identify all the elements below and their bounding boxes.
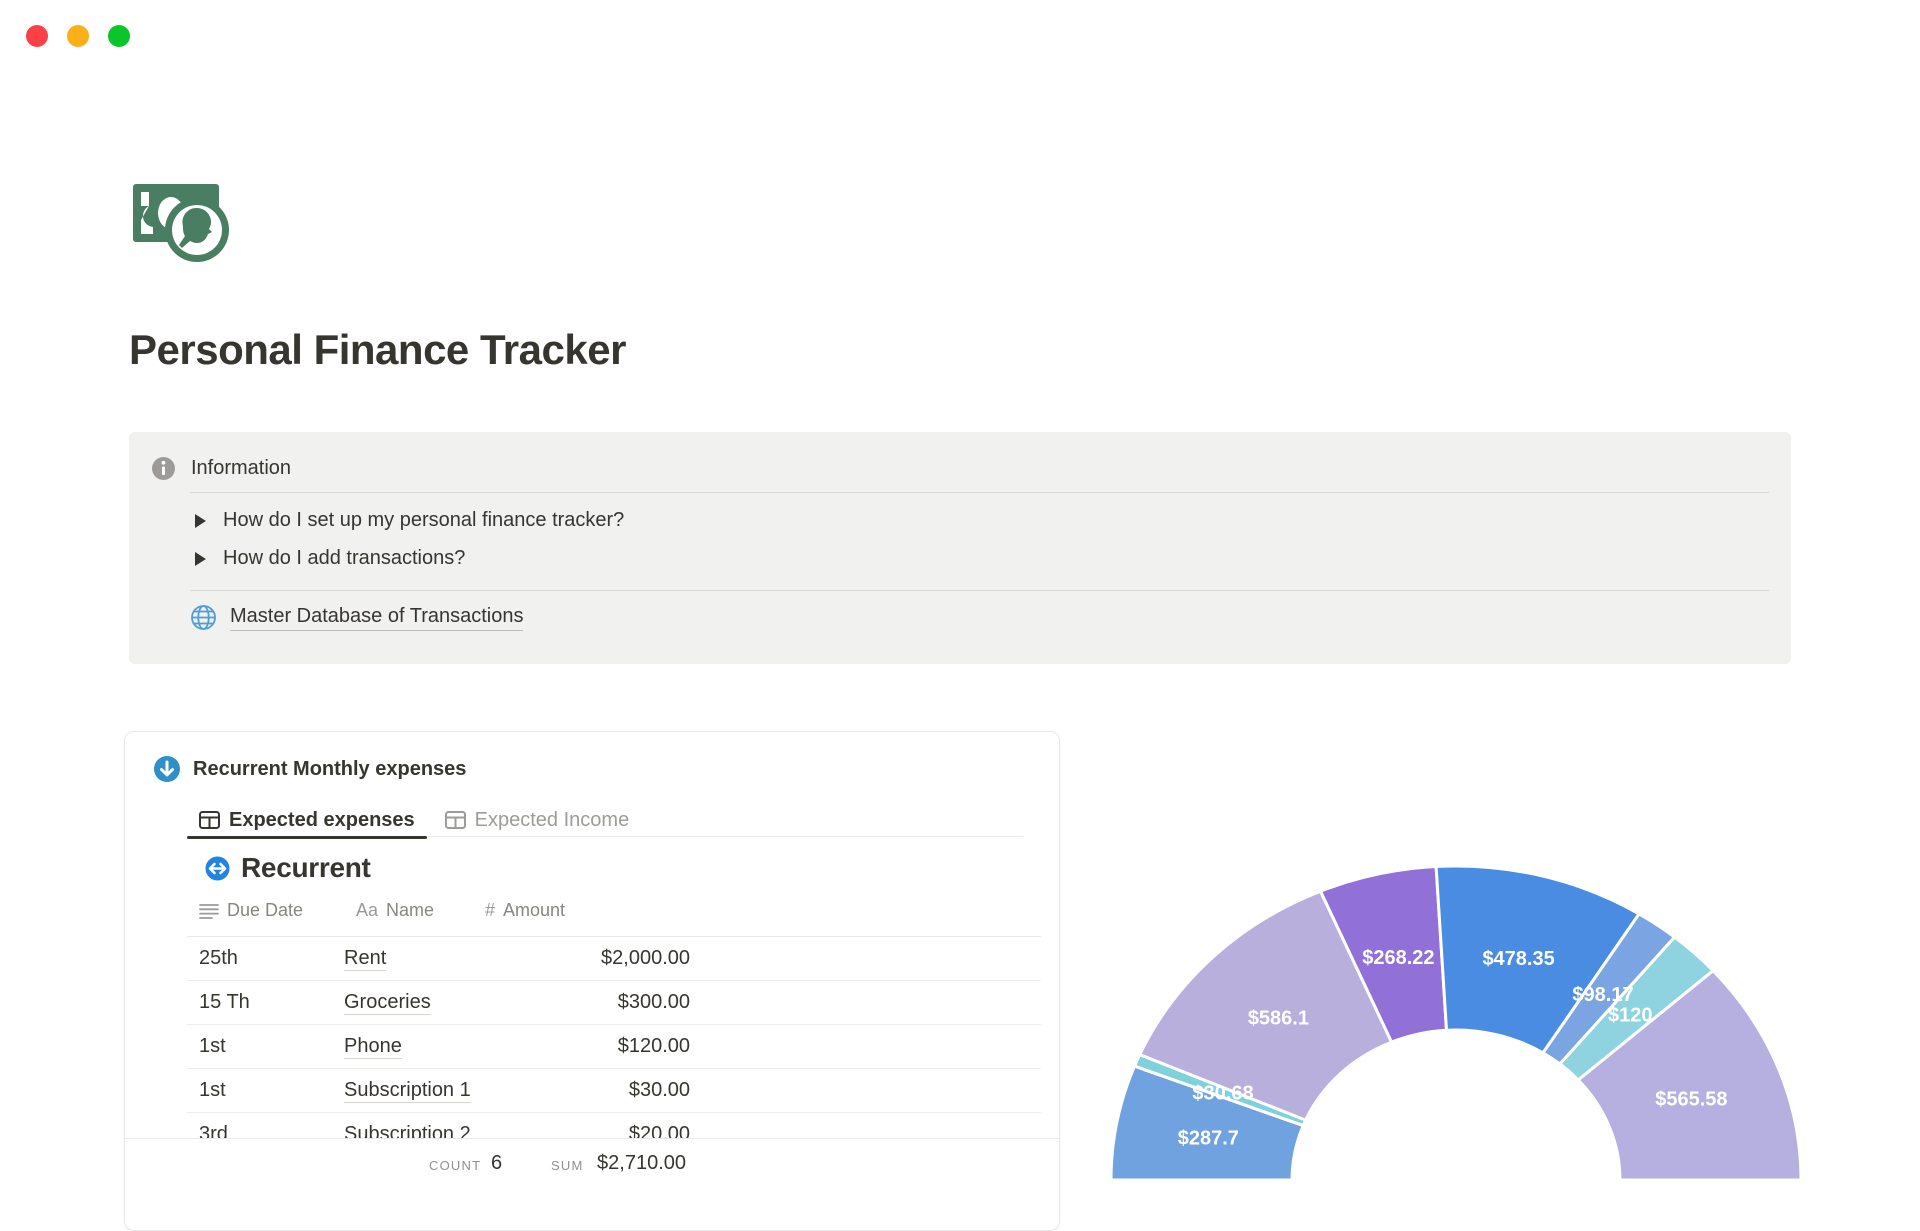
window-controls (26, 25, 130, 47)
column-due-date[interactable]: Due Date (199, 900, 303, 921)
table-row[interactable]: 25th Rent $2,000.00 (187, 937, 1041, 981)
chart-segment-label: $268.22 (1362, 947, 1434, 969)
callout-divider (190, 590, 1769, 591)
toggle-label[interactable]: How do I add transactions? (223, 547, 465, 570)
cell-name[interactable]: Subscription 1 (344, 1079, 504, 1103)
recurrent-expenses-card: Recurrent Monthly expenses Expected expe… (124, 731, 1060, 1231)
count-value[interactable]: 6 (491, 1152, 502, 1175)
chart-segment-label: $287.7 (1178, 1128, 1239, 1150)
cell-due-date[interactable]: 15 Th (199, 991, 344, 1014)
cell-due-date[interactable]: 1st (199, 1079, 344, 1102)
minimize-button[interactable] (67, 25, 89, 47)
cell-name[interactable]: Groceries (344, 991, 504, 1015)
chart-segment-label: $98.17 (1572, 984, 1633, 1006)
table-row[interactable]: 1st Phone $120.00 (187, 1025, 1041, 1069)
table-footer: COUNT 6 SUM $2,710.00 (125, 1138, 1059, 1201)
cell-amount[interactable]: $120.00 (504, 1035, 690, 1058)
number-property-icon: # (485, 900, 496, 920)
link-label[interactable]: Master Database of Transactions (230, 605, 524, 631)
column-label[interactable]: Amount (503, 900, 565, 921)
cell-amount[interactable]: $300.00 (504, 991, 690, 1014)
tab-label[interactable]: Expected Income (475, 809, 630, 832)
cell-amount[interactable]: $2,000.00 (504, 947, 690, 970)
callout-title: Information (191, 457, 292, 479)
toggle-label[interactable]: How do I set up my personal finance trac… (223, 509, 624, 532)
information-callout: Information How do I set up my personal … (129, 432, 1791, 664)
page-title: Personal Finance Tracker (129, 326, 626, 373)
chart-segment-label: $30.68 (1192, 1083, 1253, 1105)
section-title: Recurrent (241, 852, 371, 883)
table-row[interactable]: 1st Subscription 1 $30.00 (187, 1069, 1041, 1113)
money-banknote-coin-icon (133, 184, 229, 262)
column-label[interactable]: Due Date (227, 900, 303, 921)
column-amount[interactable]: # Amount (485, 900, 565, 921)
expenses-donut-chart: $287.7 $30.68 $586.1 $268.22 $478.35 $98.17 $1… (1090, 840, 1830, 1200)
table-icon (199, 811, 220, 829)
chart-segment-label: $120 (1608, 1005, 1653, 1027)
lines-icon (199, 903, 219, 919)
tab-label[interactable]: Expected expenses (229, 809, 415, 832)
sum-value[interactable]: $2,710.00 (565, 1152, 686, 1175)
callout-divider (190, 492, 1769, 493)
info-icon (152, 457, 175, 480)
table-row[interactable]: 15 Th Groceries $300.00 (187, 981, 1041, 1025)
chart-segment-label: $586.1 (1248, 1008, 1309, 1030)
linked-database-icon (205, 856, 230, 880)
toggle-add-transactions-question[interactable]: How do I add transactions? (190, 547, 465, 570)
toggle-setup-question[interactable]: How do I set up my personal finance trac… (190, 509, 624, 532)
chart-segment-label: $478.35 (1482, 948, 1554, 970)
tab-expected-income[interactable]: Expected Income (433, 803, 642, 837)
cell-name[interactable]: Phone (344, 1035, 504, 1059)
count-label[interactable]: COUNT (429, 1158, 481, 1173)
card-title: Recurrent Monthly expenses (193, 757, 467, 780)
globe-icon (191, 605, 216, 630)
cell-name[interactable]: Rent (344, 947, 504, 971)
down-arrow-circle-icon (154, 756, 180, 782)
table-body: 25th Rent $2,000.00 15 Th Groceries $300.00 1s… (187, 937, 1041, 1157)
chart-segment-label: $565.58 (1655, 1088, 1727, 1110)
master-database-link[interactable]: Master Database of Transactions (190, 604, 524, 631)
table-header-row: Due Date Aa Name # Amount (125, 896, 1059, 934)
table-icon (444, 811, 466, 829)
toggle-arrow-icon[interactable] (195, 551, 206, 566)
close-button[interactable] (26, 25, 48, 47)
cell-due-date[interactable]: 25th (199, 947, 344, 970)
text-property-icon: Aa (356, 900, 379, 920)
view-tabs: Expected expenses Expected Income (187, 803, 1023, 839)
page-icon[interactable] (131, 178, 243, 264)
cell-due-date[interactable]: 1st (199, 1035, 344, 1058)
tab-expected-expenses[interactable]: Expected expenses (187, 803, 427, 839)
toggle-arrow-icon[interactable] (195, 513, 206, 528)
column-name[interactable]: Aa Name (356, 900, 434, 921)
zoom-button[interactable] (108, 25, 130, 47)
cell-amount[interactable]: $30.00 (504, 1079, 690, 1102)
column-label[interactable]: Name (386, 900, 434, 921)
